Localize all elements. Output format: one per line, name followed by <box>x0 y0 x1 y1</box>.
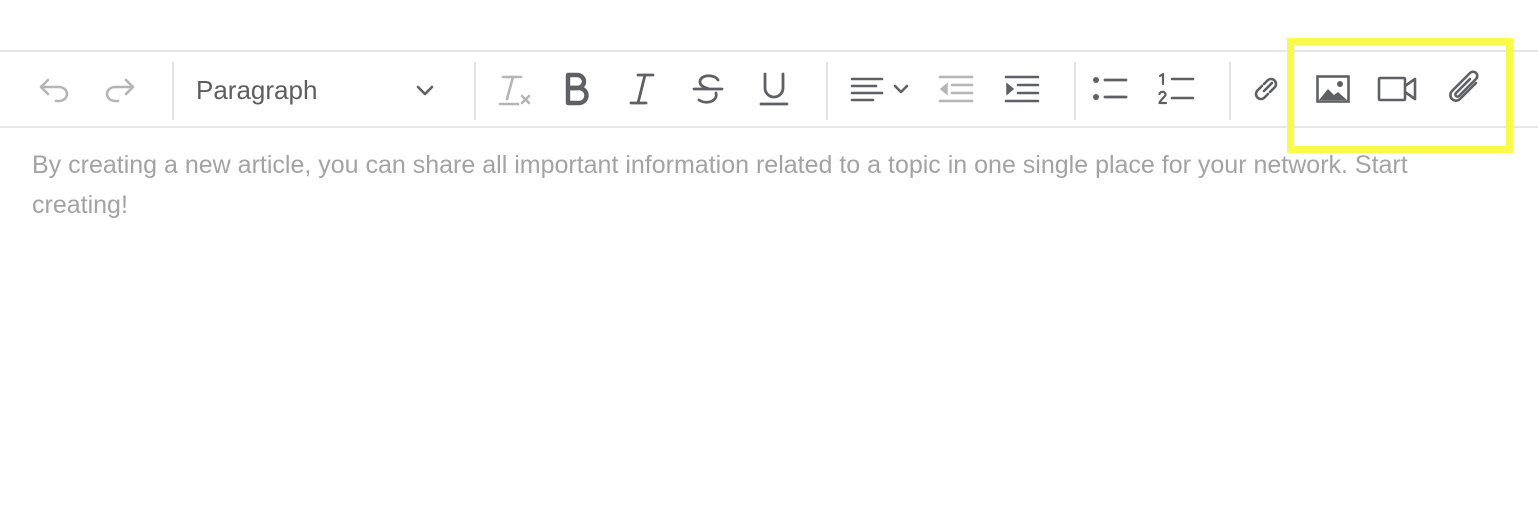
alignment-dropdown[interactable] <box>842 52 918 126</box>
underline-button[interactable] <box>752 52 796 126</box>
editor-toolbar: Paragraph <box>0 50 1538 128</box>
bulleted-list-button[interactable] <box>1088 52 1132 126</box>
paperclip-icon <box>1446 69 1484 109</box>
undo-button[interactable] <box>32 52 76 126</box>
indent-button[interactable] <box>1000 52 1044 126</box>
toolbar-divider <box>172 62 174 120</box>
redo-icon <box>102 74 138 104</box>
outdent-button[interactable] <box>934 52 978 126</box>
paragraph-style-select[interactable]: Paragraph <box>186 64 448 116</box>
italic-icon <box>626 71 658 107</box>
numbered-list-icon <box>1157 72 1195 106</box>
video-icon <box>1377 73 1419 105</box>
outdent-icon <box>937 73 975 105</box>
editor-placeholder[interactable]: By creating a new article, you can share… <box>32 145 1452 225</box>
insert-link-button[interactable] <box>1244 52 1288 126</box>
link-icon <box>1249 71 1283 107</box>
bulleted-list-icon <box>1091 73 1129 105</box>
clear-formatting-icon <box>494 69 534 109</box>
italic-button[interactable] <box>620 52 664 126</box>
insert-image-button[interactable] <box>1311 52 1355 126</box>
indent-icon <box>1003 73 1041 105</box>
toolbar-divider <box>1229 62 1231 120</box>
insert-attachment-button[interactable] <box>1443 52 1487 126</box>
redo-button[interactable] <box>98 52 142 126</box>
bold-icon <box>560 71 592 107</box>
toolbar-divider <box>1074 62 1076 120</box>
chevron-down-icon <box>891 79 911 99</box>
undo-icon <box>36 74 72 104</box>
underline-icon <box>758 71 790 107</box>
strikethrough-icon <box>691 71 725 107</box>
toolbar-divider <box>826 62 828 120</box>
paragraph-style-value: Paragraph <box>196 74 318 105</box>
clear-formatting-button[interactable] <box>492 52 536 126</box>
image-icon <box>1315 73 1351 105</box>
chevron-down-icon <box>414 80 436 105</box>
align-left-icon <box>849 74 885 104</box>
bold-button[interactable] <box>554 52 598 126</box>
strikethrough-button[interactable] <box>686 52 730 126</box>
numbered-list-button[interactable] <box>1154 52 1198 126</box>
toolbar-divider <box>474 62 476 120</box>
insert-video-button[interactable] <box>1376 52 1420 126</box>
